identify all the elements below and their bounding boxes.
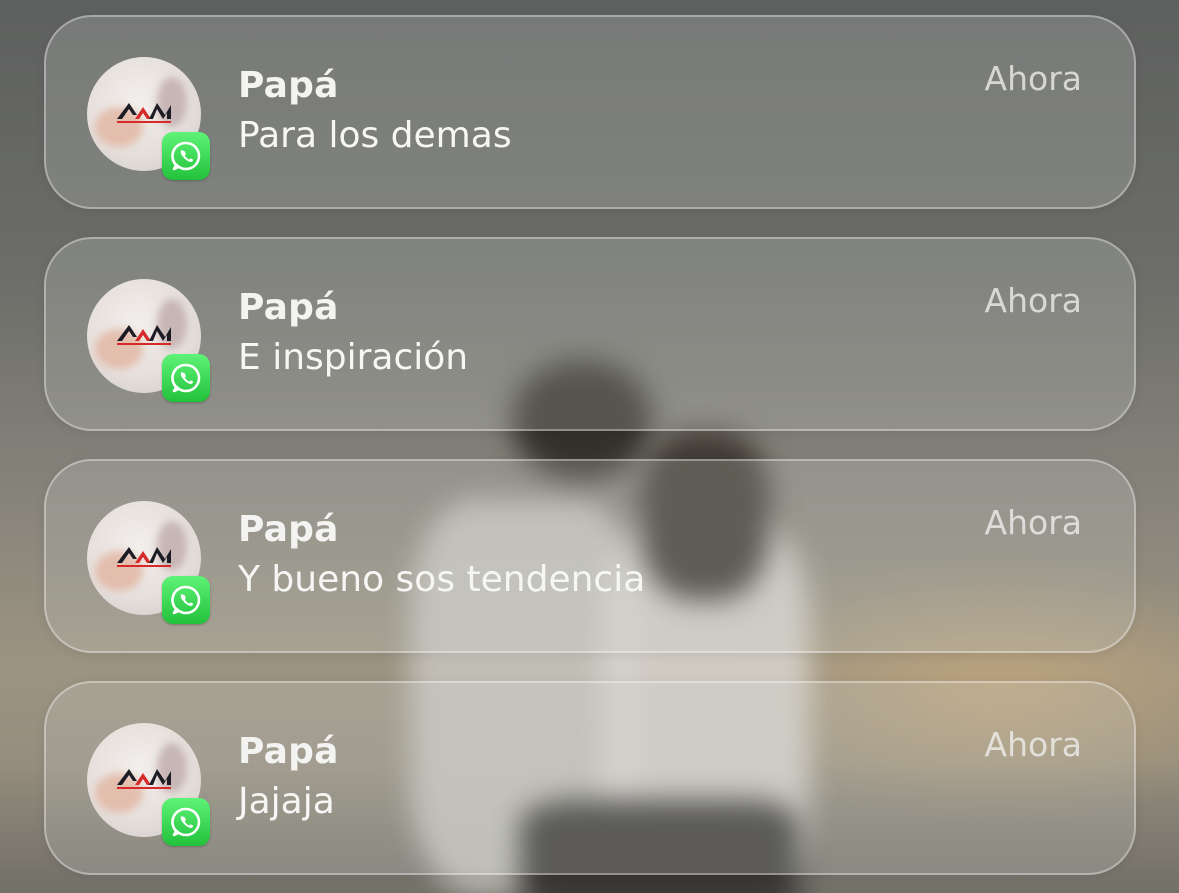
am-logo-icon <box>117 103 171 123</box>
am-logo-icon <box>117 325 171 345</box>
message-preview: Jajaja <box>238 781 335 822</box>
notification-card[interactable]: Papá E inspiración Ahora <box>44 237 1136 431</box>
am-logo-icon <box>117 769 171 789</box>
am-logo-icon <box>117 547 171 567</box>
sender-name: Papá <box>238 65 339 106</box>
timestamp: Ahora <box>984 725 1082 764</box>
whatsapp-icon <box>162 132 210 180</box>
whatsapp-icon <box>162 798 210 846</box>
whatsapp-icon <box>162 354 210 402</box>
message-preview: Para los demas <box>238 115 512 156</box>
notification-card[interactable]: Papá Y bueno sos tendencia Ahora <box>44 459 1136 653</box>
notification-card[interactable]: Papá Para los demas Ahora <box>44 15 1136 209</box>
notification-card[interactable]: Papá Jajaja Ahora <box>44 681 1136 875</box>
whatsapp-icon <box>162 576 210 624</box>
sender-name: Papá <box>238 509 339 550</box>
timestamp: Ahora <box>984 281 1082 320</box>
sender-name: Papá <box>238 731 339 772</box>
message-preview: E inspiración <box>238 337 469 378</box>
message-preview: Y bueno sos tendencia <box>238 559 646 600</box>
timestamp: Ahora <box>984 59 1082 98</box>
sender-name: Papá <box>238 287 339 328</box>
timestamp: Ahora <box>984 503 1082 542</box>
